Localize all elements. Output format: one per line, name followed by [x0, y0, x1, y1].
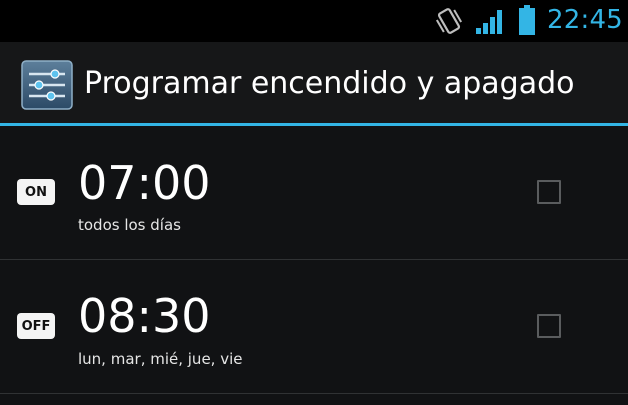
- vibrate-icon: [435, 8, 463, 34]
- status-bar: 22:45: [0, 0, 628, 42]
- schedule-off-badge: OFF: [17, 313, 55, 339]
- schedule-days: lun, mar, mié, jue, vie: [78, 350, 243, 368]
- schedule-days: todos los días: [78, 216, 181, 234]
- schedule-on-badge: ON: [17, 179, 55, 205]
- settings-sliders-icon[interactable]: [21, 60, 73, 110]
- battery-icon: [519, 5, 535, 35]
- schedule-enabled-checkbox[interactable]: [537, 314, 561, 338]
- page-title: Programar encendido y apagado: [84, 66, 575, 101]
- status-clock: 22:45: [547, 5, 623, 35]
- signal-icon: [476, 10, 502, 34]
- schedule-time[interactable]: 07:00: [78, 156, 211, 210]
- action-bar: Programar encendido y apagado: [0, 42, 628, 125]
- schedule-enabled-checkbox[interactable]: [537, 180, 561, 204]
- schedule-time[interactable]: 08:30: [78, 289, 211, 343]
